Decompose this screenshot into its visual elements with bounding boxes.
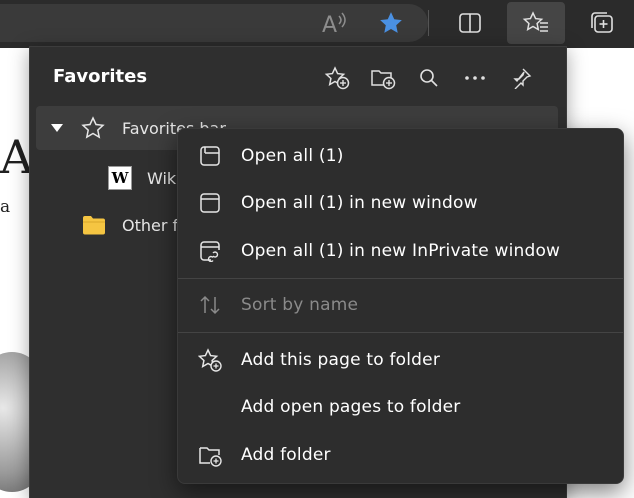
svg-text:A: A [322,13,337,36]
more-icon[interactable] [452,63,498,93]
read-aloud-icon[interactable]: A [316,6,350,40]
pin-icon[interactable] [498,63,544,93]
folder-add-icon [198,443,222,467]
favorites-toolbar [314,63,544,93]
tree-item-label: Wik [147,168,177,188]
context-menu: Open all (1) Open all (1) in new window … [177,128,624,484]
menu-item-label: Open all (1) in new window [241,193,478,213]
add-favorite-icon[interactable] [314,63,360,93]
menu-item-label: Open all (1) [241,146,344,166]
favorites-icon[interactable] [507,2,565,44]
menu-item-add-open-pages[interactable]: Add open pages to folder [178,385,623,429]
star-outline-icon [81,116,105,140]
menu-item-label: Open all (1) in new InPrivate window [241,241,561,261]
split-screen-icon[interactable] [453,6,487,40]
menu-item-open-all-new-window[interactable]: Open all (1) in new window [178,181,623,225]
blank-icon [198,395,222,419]
menu-item-label: Add this page to folder [241,350,441,370]
expand-arrow-icon[interactable] [47,123,67,133]
menu-item-sort-by-name[interactable]: Sort by name [178,283,623,327]
wikipedia-favicon: W [108,166,132,190]
page-text-letter: a [0,197,11,217]
collections-icon[interactable] [585,6,619,40]
menu-item-open-all-inprivate[interactable]: Open all (1) in new InPrivate window [178,229,623,273]
menu-item-label: Add folder [241,445,331,465]
menu-separator [178,278,623,279]
tab-icon [198,144,222,168]
window-icon [198,191,222,215]
menu-item-add-page-to-folder[interactable]: Add this page to folder [178,338,623,382]
menu-item-open-all[interactable]: Open all (1) [178,134,623,178]
browser-toolbar: A [0,0,634,48]
menu-item-label: Add open pages to folder [241,397,461,417]
menu-item-label: Sort by name [241,295,359,315]
address-bar[interactable] [0,4,428,42]
sort-icon [198,293,222,317]
inprivate-window-icon [198,239,222,263]
tree-item-label: Other f [122,215,179,235]
search-icon[interactable] [406,63,452,93]
add-folder-icon[interactable] [360,63,406,93]
folder-icon [81,214,107,236]
menu-item-add-folder[interactable]: Add folder [178,433,623,477]
favorites-title: Favorites [53,66,148,87]
star-add-icon [198,348,222,372]
toolbar-separator [428,10,429,36]
star-filled-icon[interactable] [374,6,408,40]
menu-separator [178,332,623,333]
